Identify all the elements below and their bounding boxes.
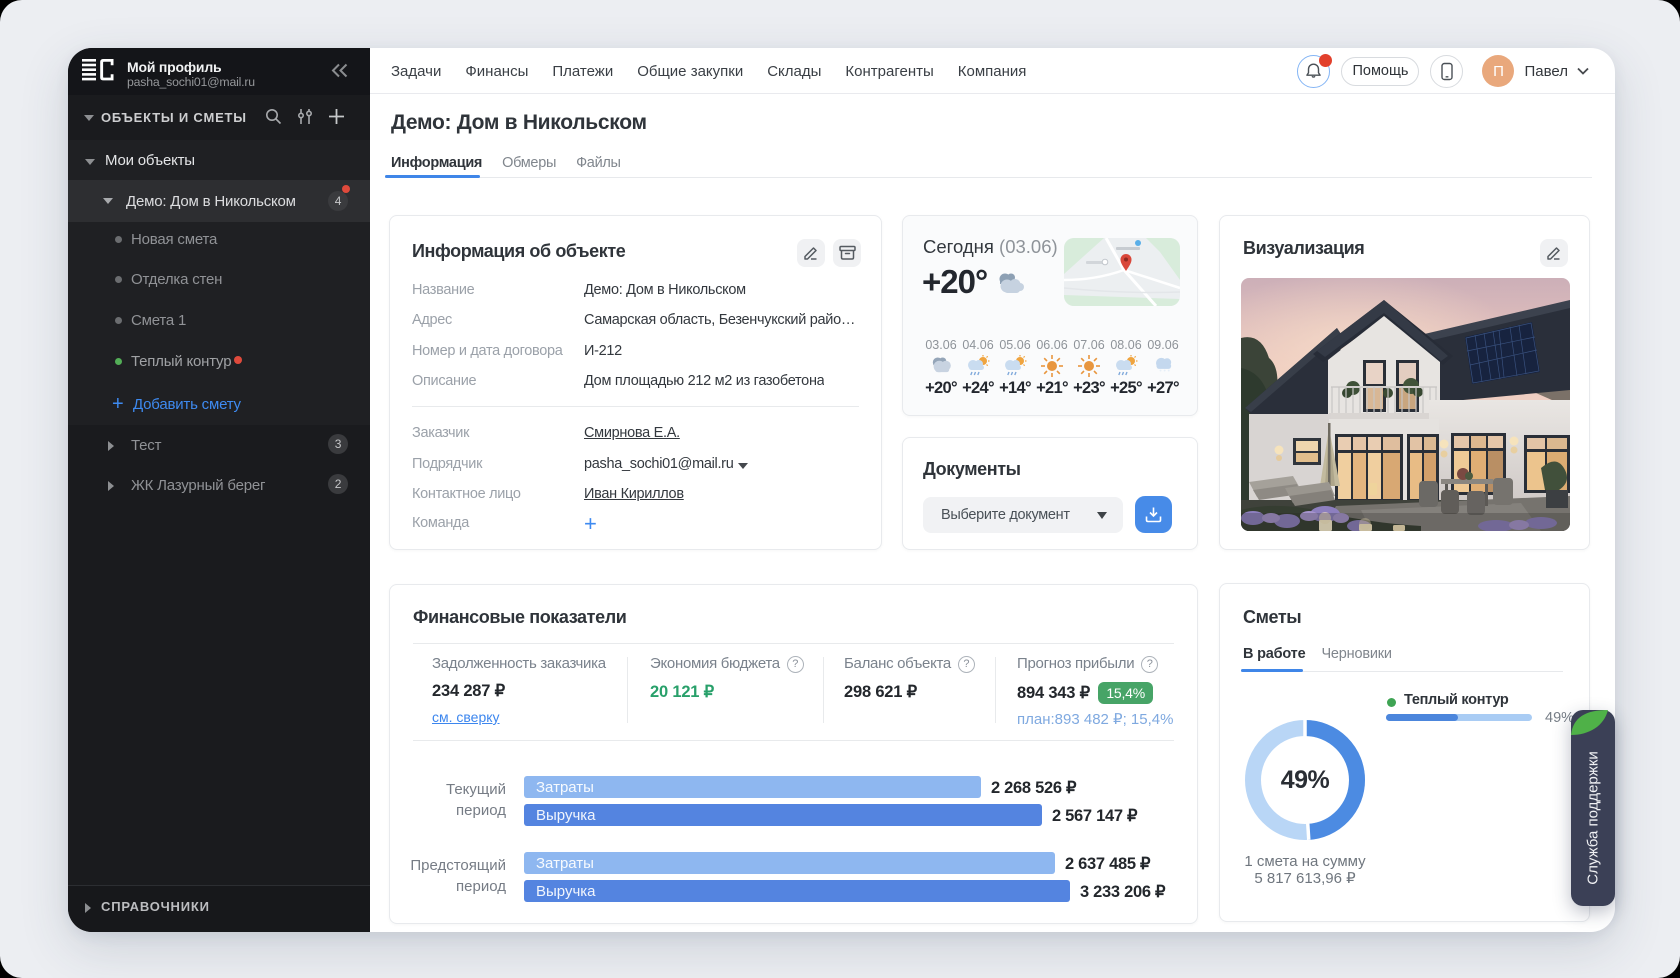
svg-text:49%: 49% — [1281, 766, 1330, 794]
